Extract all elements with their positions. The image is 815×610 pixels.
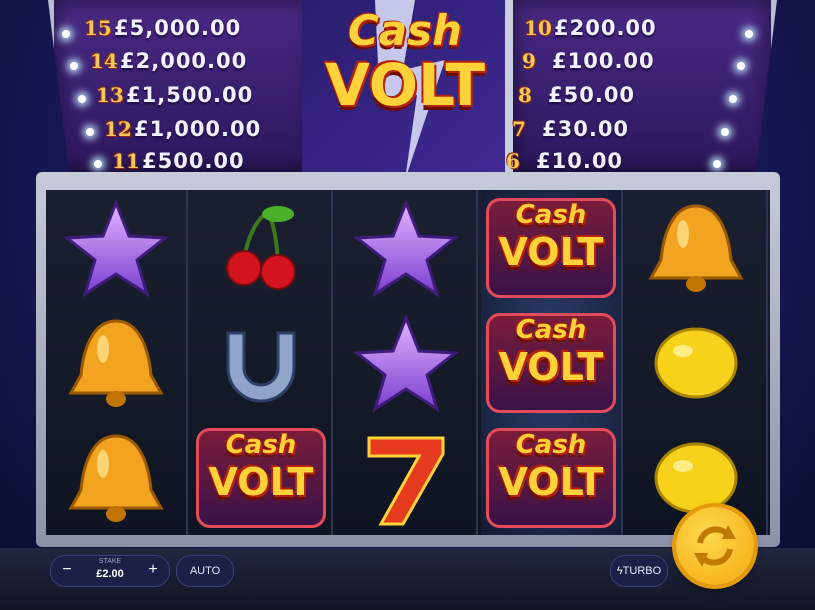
reel-2: Cash VOLT	[191, 190, 333, 535]
marquee-bulb	[729, 95, 737, 103]
logo-volt-text: VOLT	[324, 51, 486, 119]
cash-volt-logo-symbol: Cash VOLT	[482, 422, 620, 534]
bell-icon	[68, 318, 164, 407]
paytable-prize: £5,000.00	[114, 16, 242, 40]
star-icon	[352, 313, 460, 412]
decrease-stake-button[interactable]: −	[53, 556, 81, 586]
spin-button[interactable]	[676, 507, 754, 585]
marquee-bulb	[70, 62, 78, 70]
reel-4: Cash VOLT Cash VOLT Cash VOLT	[481, 190, 623, 535]
paytable-level: 8	[518, 83, 532, 107]
paytable-prize: £200.00	[554, 16, 657, 40]
cherries-symbol	[191, 190, 331, 305]
paytable-level: 14	[90, 49, 118, 73]
cash-volt-symbol: Cash VOLT	[481, 190, 621, 305]
stake-value: £2.00	[96, 568, 124, 580]
paytable-prize: £1,000.00	[134, 117, 262, 141]
paytable-row: 10 £200.00	[524, 14, 657, 42]
cash-volt-logo: Cash VOLT	[320, 6, 490, 119]
paytable-level: 6	[506, 149, 520, 173]
star-symbol	[336, 305, 476, 420]
paytable-prize: £2,000.00	[120, 49, 248, 73]
marquee-bulb	[745, 30, 753, 38]
paytable-row: 11 £500.00	[112, 147, 245, 175]
marquee-bulb	[737, 62, 745, 70]
marquee-bulb	[713, 160, 721, 168]
bell-symbol	[46, 420, 186, 535]
star-symbol	[336, 190, 476, 305]
cash-volt-logo-symbol: Cash VOLT	[482, 192, 620, 304]
paytable-prize: £500.00	[142, 149, 245, 173]
symbol-volt-text: VOLT	[208, 459, 314, 504]
marquee-bulb	[78, 95, 86, 103]
marquee-bulb	[721, 128, 729, 136]
cash-volt-symbol: Cash VOLT	[481, 420, 621, 535]
paytable-level: 9	[522, 49, 536, 73]
reel-1	[46, 190, 188, 535]
paytable-prize: £100.00	[552, 49, 655, 73]
symbol-volt-text: VOLT	[498, 459, 604, 504]
symbol-cash-text: Cash	[515, 429, 587, 460]
symbol-logo-text: Cash VOLT	[482, 315, 620, 389]
paytable-row: 8 £50.00	[518, 81, 635, 109]
marquee-bulb	[94, 160, 102, 168]
bell-icon	[68, 433, 164, 522]
paytable-row: 15 £5,000.00	[84, 14, 241, 42]
bell-icon	[648, 203, 744, 292]
paytable-level: 11	[112, 149, 140, 173]
symbol-volt-text: VOLT	[498, 229, 604, 274]
paytable-row: 14 £2,000.00	[90, 47, 247, 75]
paytable-prize: £30.00	[542, 117, 630, 141]
reel-5	[626, 190, 768, 535]
reel-window: Cash VOLT Cash VOLT Cash VOLT Cash VOLT	[46, 190, 770, 535]
marquee-bulb	[62, 30, 70, 38]
paytable-level: 7	[512, 117, 526, 141]
symbol-cash-text: Cash	[515, 199, 587, 230]
horseshoe-icon	[226, 331, 296, 402]
symbol-volt-text: VOLT	[498, 344, 604, 389]
paytable-level: 13	[96, 83, 124, 107]
reel-3	[336, 190, 478, 535]
increase-stake-button[interactable]: +	[139, 556, 167, 586]
star-icon	[352, 198, 460, 297]
symbol-cash-text: Cash	[225, 429, 297, 460]
horseshoe-symbol	[191, 305, 331, 420]
paytable-prize: £1,500.00	[126, 83, 254, 107]
symbol-cash-text: Cash	[515, 314, 587, 345]
paytable-prize: £10.00	[536, 149, 624, 173]
star-symbol	[46, 190, 186, 305]
autoplay-button[interactable]: AUTO	[176, 555, 234, 587]
stake-control: − STAKE £2.00 +	[50, 555, 170, 587]
paytable-row: 13 £1,500.00	[96, 81, 253, 109]
logo-cash-text: Cash	[347, 6, 463, 55]
cash-volt-symbol: Cash VOLT	[481, 305, 621, 420]
symbol-logo-text: Cash VOLT	[192, 430, 330, 504]
marquee-bulb	[86, 128, 94, 136]
seven-symbol	[336, 420, 476, 535]
cash-volt-logo-symbol: Cash VOLT	[482, 307, 620, 419]
paytable-level: 12	[104, 117, 132, 141]
paytable-level: 15	[84, 16, 112, 40]
lemon-symbol	[626, 305, 766, 420]
lemon-icon	[654, 327, 738, 398]
paytable-prize: £50.00	[548, 83, 636, 107]
cash-volt-symbol: Cash VOLT	[191, 420, 331, 535]
symbol-logo-text: Cash VOLT	[482, 200, 620, 274]
paytable-row: 7 £30.00	[512, 115, 629, 143]
star-icon	[62, 198, 170, 297]
turbo-label: TURBO	[622, 565, 662, 577]
bell-symbol	[46, 305, 186, 420]
bell-symbol	[626, 190, 766, 305]
refresh-icon	[694, 525, 736, 567]
turbo-button[interactable]: ϟTURBO	[610, 555, 668, 587]
stake-label: STAKE	[98, 558, 122, 565]
paytable-row: 6 £10.00	[506, 147, 623, 175]
paytable-level: 10	[524, 16, 552, 40]
paytable-row: 12 £1,000.00	[104, 115, 261, 143]
paytable-row: 9 £100.00	[522, 47, 655, 75]
seven-icon	[367, 436, 445, 525]
cash-volt-logo-symbol: Cash VOLT	[192, 422, 330, 534]
symbol-logo-text: Cash VOLT	[482, 430, 620, 504]
cherries-icon	[226, 205, 296, 290]
